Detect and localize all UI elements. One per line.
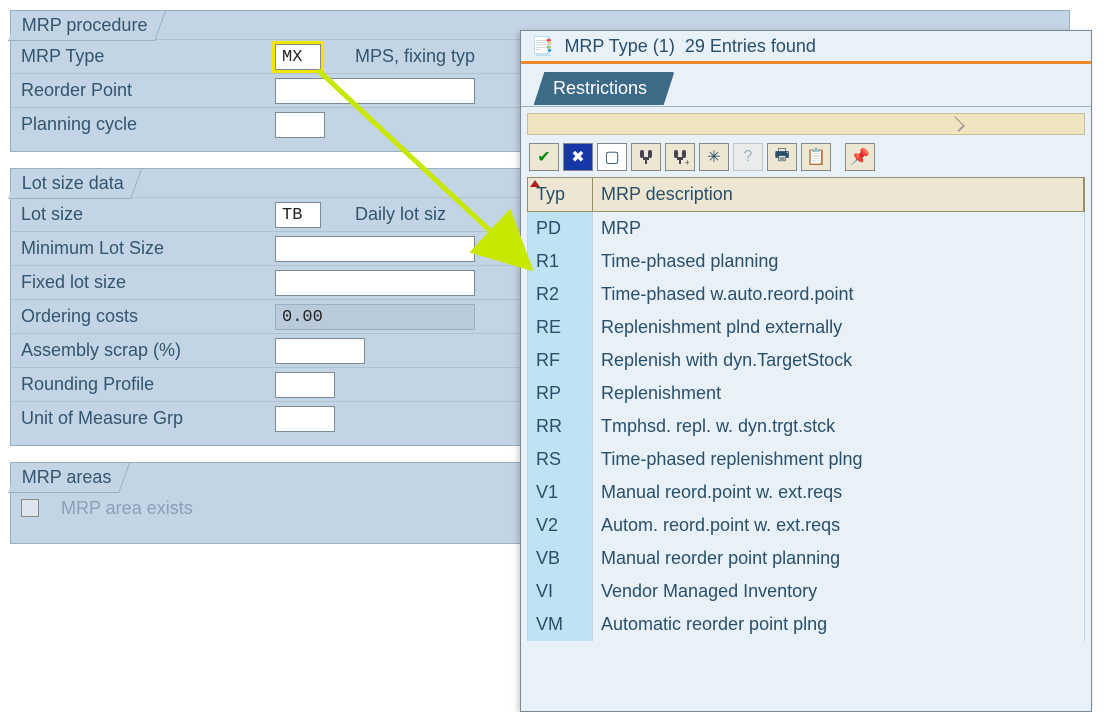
- table-row[interactable]: PDMRP: [528, 212, 1084, 245]
- assembly-scrap-input[interactable]: [275, 338, 365, 364]
- cell-desc: Automatic reorder point plng: [593, 608, 1084, 641]
- search-help-icon: 📑: [531, 36, 553, 56]
- table-header: Typ MRP description: [527, 177, 1085, 212]
- help-icon[interactable]: ?: [733, 143, 763, 171]
- cell-typ: PD: [528, 212, 593, 245]
- cell-desc: Replenish with dyn.TargetStock: [593, 344, 1084, 377]
- pin-icon[interactable]: 📌: [845, 143, 875, 171]
- label-lot-size: Lot size: [21, 204, 261, 225]
- cell-typ: VM: [528, 608, 593, 641]
- cell-typ: RF: [528, 344, 593, 377]
- group-title-mrp-areas: MRP areas: [8, 463, 130, 493]
- cell-desc: Time-phased planning: [593, 245, 1084, 278]
- col-header-typ[interactable]: Typ: [528, 178, 593, 211]
- popup-tabbar: Restrictions: [521, 64, 1091, 107]
- min-lot-size-input[interactable]: [275, 236, 475, 262]
- cell-typ: R2: [528, 278, 593, 311]
- svg-text:+: +: [685, 158, 689, 166]
- label-ordering-costs: Ordering costs: [21, 306, 261, 327]
- close-icon[interactable]: ✖: [563, 143, 593, 171]
- cell-desc: Time-phased replenishment plng: [593, 443, 1084, 476]
- cell-typ: V1: [528, 476, 593, 509]
- cell-typ: RR: [528, 410, 593, 443]
- cell-desc: Manual reorder point planning: [593, 542, 1084, 575]
- cell-desc: Replenishment: [593, 377, 1084, 410]
- table-row[interactable]: R2Time-phased w.auto.reord.point: [528, 278, 1084, 311]
- toolbar-separator: [835, 144, 841, 170]
- lot-size-desc: Daily lot siz: [355, 204, 446, 225]
- label-uom-grp: Unit of Measure Grp: [21, 408, 261, 429]
- cell-typ: VB: [528, 542, 593, 575]
- print-icon[interactable]: 🖶: [767, 143, 797, 171]
- lot-size-input[interactable]: TB: [275, 202, 321, 228]
- label-assembly-scrap: Assembly scrap (%): [21, 340, 261, 361]
- rounding-profile-input[interactable]: [275, 372, 335, 398]
- table-row[interactable]: RFReplenish with dyn.TargetStock: [528, 344, 1084, 377]
- mrp-area-exists-checkbox: [21, 499, 39, 517]
- fixed-lot-size-input[interactable]: [275, 270, 475, 296]
- popup-toolbar: ✔ ✖ ▢ + ✳ ? 🖶 📋 📌: [521, 141, 1091, 177]
- group-title-mrp-procedure: MRP procedure: [8, 11, 166, 41]
- uom-grp-input[interactable]: [275, 406, 335, 432]
- cell-desc: Tmphsd. repl. w. dyn.trgt.stck: [593, 410, 1084, 443]
- popup-title: 📑 MRP Type (1) 29 Entries found: [521, 31, 1091, 64]
- cell-desc: Autom. reord.point w. ext.reqs: [593, 509, 1084, 542]
- table-row[interactable]: REReplenishment plnd externally: [528, 311, 1084, 344]
- group-title-lot-size: Lot size data: [8, 169, 142, 199]
- check-icon[interactable]: ✔: [529, 143, 559, 171]
- table-row[interactable]: V1Manual reord.point w. ext.reqs: [528, 476, 1084, 509]
- label-reorder-point: Reorder Point: [21, 80, 261, 101]
- table-row[interactable]: VMAutomatic reorder point plng: [528, 608, 1084, 641]
- label-fixed-lot-size: Fixed lot size: [21, 272, 261, 293]
- cell-typ: RP: [528, 377, 593, 410]
- cell-typ: RE: [528, 311, 593, 344]
- col-header-desc[interactable]: MRP description: [593, 178, 1084, 211]
- cell-desc: Manual reord.point w. ext.reqs: [593, 476, 1084, 509]
- add-column-icon[interactable]: ✳: [699, 143, 729, 171]
- cell-typ: VI: [528, 575, 593, 608]
- cell-typ: RS: [528, 443, 593, 476]
- tab-restrictions[interactable]: Restrictions: [534, 72, 675, 105]
- table-row[interactable]: VIVendor Managed Inventory: [528, 575, 1084, 608]
- mrp-type-input[interactable]: MX: [275, 44, 321, 70]
- table-row[interactable]: VBManual reorder point planning: [528, 542, 1084, 575]
- table-row[interactable]: V2Autom. reord.point w. ext.reqs: [528, 509, 1084, 542]
- cell-desc: Replenishment plnd externally: [593, 311, 1084, 344]
- table-body: PDMRPR1Time-phased planningR2Time-phased…: [527, 212, 1085, 641]
- table-row[interactable]: R1Time-phased planning: [528, 245, 1084, 278]
- table-row[interactable]: RSTime-phased replenishment plng: [528, 443, 1084, 476]
- f4-help-popup: 📑 MRP Type (1) 29 Entries found Restrict…: [520, 30, 1092, 712]
- mrp-type-desc: MPS, fixing typ: [355, 46, 475, 67]
- cell-desc: MRP: [593, 212, 1084, 245]
- mrp-area-exists-label: MRP area exists: [61, 498, 193, 519]
- planning-cycle-input[interactable]: [275, 112, 325, 138]
- label-min-lot-size: Minimum Lot Size: [21, 238, 261, 259]
- cell-typ: R1: [528, 245, 593, 278]
- clipboard-icon[interactable]: 📋: [801, 143, 831, 171]
- ordering-costs-input: 0.00: [275, 304, 475, 330]
- find-next-icon[interactable]: +: [665, 143, 695, 171]
- table-row[interactable]: RRTmphsd. repl. w. dyn.trgt.stck: [528, 410, 1084, 443]
- label-planning-cycle: Planning cycle: [21, 114, 261, 135]
- label-mrp-type: MRP Type: [21, 46, 261, 67]
- reorder-point-input[interactable]: [275, 78, 475, 104]
- cell-desc: Vendor Managed Inventory: [593, 575, 1084, 608]
- cell-desc: Time-phased w.auto.reord.point: [593, 278, 1084, 311]
- table-row[interactable]: RPReplenishment: [528, 377, 1084, 410]
- cell-typ: V2: [528, 509, 593, 542]
- label-rounding-profile: Rounding Profile: [21, 374, 261, 395]
- popup-divider: [527, 113, 1085, 135]
- find-icon[interactable]: [631, 143, 661, 171]
- new-icon[interactable]: ▢: [597, 143, 627, 171]
